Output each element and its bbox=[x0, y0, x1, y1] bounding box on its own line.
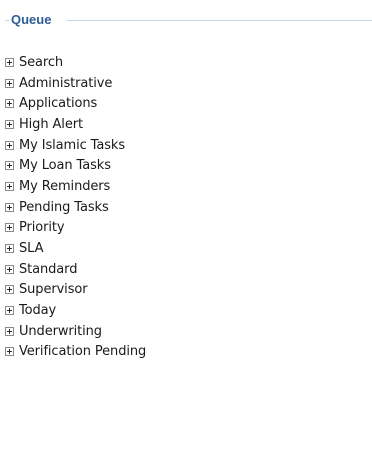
expand-plus-icon[interactable] bbox=[5, 140, 14, 150]
queue-title: Queue bbox=[11, 11, 54, 29]
tree-item-label[interactable]: Today bbox=[19, 303, 56, 318]
tree-item-supervisor[interactable]: Supervisor bbox=[5, 280, 146, 301]
tree-item-underwriting[interactable]: Underwriting bbox=[5, 321, 146, 342]
expand-plus-icon[interactable] bbox=[5, 181, 14, 191]
tree-item-label[interactable]: Pending Tasks bbox=[19, 200, 109, 215]
queue-tree: Search Administrative Applications High … bbox=[5, 52, 146, 362]
tree-item-my-islamic-tasks[interactable]: My Islamic Tasks bbox=[5, 135, 146, 156]
tree-item-priority[interactable]: Priority bbox=[5, 218, 146, 239]
tree-item-label[interactable]: Administrative bbox=[19, 76, 112, 91]
tree-item-administrative[interactable]: Administrative bbox=[5, 73, 146, 94]
tree-item-label[interactable]: Verification Pending bbox=[19, 344, 146, 359]
expand-plus-icon[interactable] bbox=[5, 347, 14, 357]
tree-item-label[interactable]: SLA bbox=[19, 241, 43, 256]
expand-plus-icon[interactable] bbox=[5, 223, 14, 233]
tree-item-pending-tasks[interactable]: Pending Tasks bbox=[5, 197, 146, 218]
tree-item-applications[interactable]: Applications bbox=[5, 93, 146, 114]
legend-divider-left bbox=[5, 20, 9, 21]
tree-item-label[interactable]: Supervisor bbox=[19, 282, 88, 297]
tree-item-sla[interactable]: SLA bbox=[5, 238, 146, 259]
tree-item-label[interactable]: Applications bbox=[19, 96, 97, 111]
tree-item-label[interactable]: My Reminders bbox=[19, 179, 110, 194]
expand-plus-icon[interactable] bbox=[5, 119, 14, 129]
expand-plus-icon[interactable] bbox=[5, 264, 14, 274]
expand-plus-icon[interactable] bbox=[5, 244, 14, 254]
queue-panel: Queue bbox=[5, 11, 372, 29]
tree-item-standard[interactable]: Standard bbox=[5, 259, 146, 280]
legend-divider-right bbox=[67, 20, 372, 21]
queue-legend: Queue bbox=[5, 11, 372, 29]
expand-plus-icon[interactable] bbox=[5, 161, 14, 171]
expand-plus-icon[interactable] bbox=[5, 57, 14, 67]
tree-item-label[interactable]: Priority bbox=[19, 220, 65, 235]
tree-item-my-reminders[interactable]: My Reminders bbox=[5, 176, 146, 197]
expand-plus-icon[interactable] bbox=[5, 78, 14, 88]
tree-item-label[interactable]: Standard bbox=[19, 262, 77, 277]
tree-item-search[interactable]: Search bbox=[5, 52, 146, 73]
tree-item-label[interactable]: My Islamic Tasks bbox=[19, 138, 125, 153]
tree-item-label[interactable]: My Loan Tasks bbox=[19, 158, 111, 173]
expand-plus-icon[interactable] bbox=[5, 306, 14, 316]
expand-plus-icon[interactable] bbox=[5, 285, 14, 295]
tree-item-label[interactable]: Search bbox=[19, 55, 63, 70]
expand-plus-icon[interactable] bbox=[5, 326, 14, 336]
expand-plus-icon[interactable] bbox=[5, 99, 14, 109]
tree-item-today[interactable]: Today bbox=[5, 300, 146, 321]
tree-item-verification-pending[interactable]: Verification Pending bbox=[5, 342, 146, 363]
tree-item-high-alert[interactable]: High Alert bbox=[5, 114, 146, 135]
tree-item-label[interactable]: High Alert bbox=[19, 117, 83, 132]
tree-item-my-loan-tasks[interactable]: My Loan Tasks bbox=[5, 155, 146, 176]
expand-plus-icon[interactable] bbox=[5, 202, 14, 212]
tree-item-label[interactable]: Underwriting bbox=[19, 324, 102, 339]
